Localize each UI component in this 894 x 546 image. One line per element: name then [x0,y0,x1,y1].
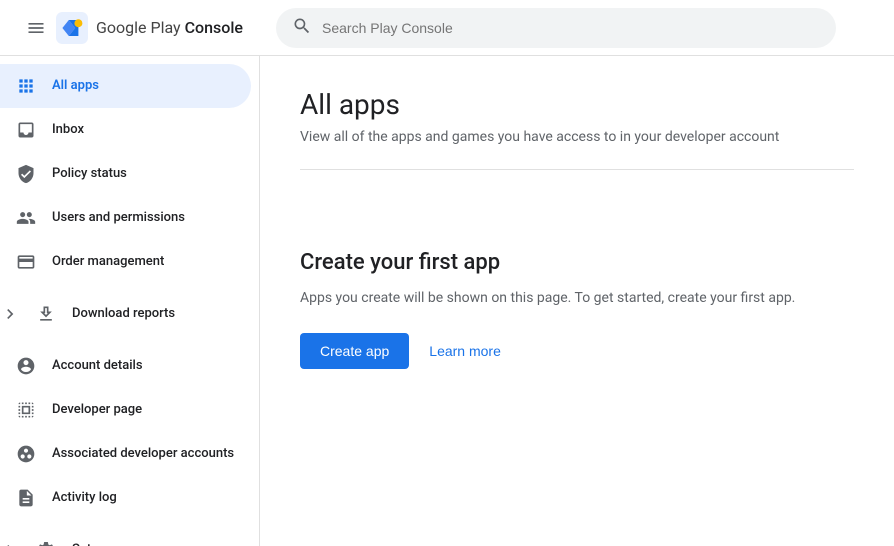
sidebar-item-inbox[interactable]: Inbox [0,108,251,152]
cta-text: Apps you create will be shown on this pa… [300,287,854,309]
page-subtitle: View all of the apps and games you have … [300,129,854,145]
sidebar-item-all-apps-label: All apps [52,78,99,95]
logo[interactable]: Google Play Console [56,12,243,44]
description-icon [16,488,36,508]
expand-setup-icon [0,530,20,546]
expand-icon [0,294,20,334]
page-title: All apps [300,88,854,121]
settings-icon [36,540,56,546]
search-bar[interactable] [276,8,836,48]
search-icon [292,16,312,40]
divider [300,169,854,170]
header-left: Google Play Console [16,8,276,48]
sidebar-item-download-label: Download reports [72,306,175,323]
hamburger-menu-icon[interactable] [16,8,56,48]
credit-card-icon [16,252,36,272]
sidebar-item-setup-label: Setup [72,542,106,546]
sidebar-item-setup[interactable]: Setup [0,520,251,546]
sidebar-item-developer-page[interactable]: Developer page [0,388,251,432]
sidebar-item-developer-label: Developer page [52,402,142,419]
download-icon [36,304,56,324]
sidebar-item-all-apps[interactable]: All apps [0,64,251,108]
sidebar-item-policy-label: Policy status [52,166,127,183]
sidebar-item-order-management[interactable]: Order management [0,240,251,284]
logo-icon [56,12,88,44]
body: All apps Inbox Policy status [0,56,894,546]
shield-icon [16,164,36,184]
account-circle-icon [16,356,36,376]
people-icon [16,208,36,228]
sidebar-item-policy-status[interactable]: Policy status [0,152,251,196]
sidebar-item-associated-label: Associated developer accounts [52,446,234,463]
sidebar-item-activity-label: Activity log [52,490,117,507]
create-app-button[interactable]: Create app [300,333,409,369]
sidebar-item-users-permissions[interactable]: Users and permissions [0,196,251,240]
grid-icon [16,76,36,96]
sidebar-item-account-details[interactable]: Account details [0,344,251,388]
group-work-icon [16,444,36,464]
cta-title: Create your first app [300,250,854,275]
cta-actions: Create app Learn more [300,333,854,369]
sidebar-item-order-label: Order management [52,254,164,271]
sidebar-item-users-label: Users and permissions [52,210,185,227]
search-input[interactable] [322,20,820,36]
sidebar-item-download-reports[interactable]: Download reports [0,284,251,344]
cta-section: Create your first app Apps you create wi… [300,250,854,369]
sidebar-item-account-label: Account details [52,358,143,375]
developer-icon [16,400,36,420]
logo-text: Google Play Console [96,18,243,37]
main-content: All apps View all of the apps and games … [260,56,894,546]
inbox-icon [16,120,36,140]
sidebar-item-associated-accounts[interactable]: Associated developer accounts [0,432,251,476]
learn-more-button[interactable]: Learn more [429,343,501,359]
sidebar-item-inbox-label: Inbox [52,122,84,139]
header: Google Play Console [0,0,894,56]
sidebar-item-activity-log[interactable]: Activity log [0,476,251,520]
sidebar: All apps Inbox Policy status [0,56,260,546]
